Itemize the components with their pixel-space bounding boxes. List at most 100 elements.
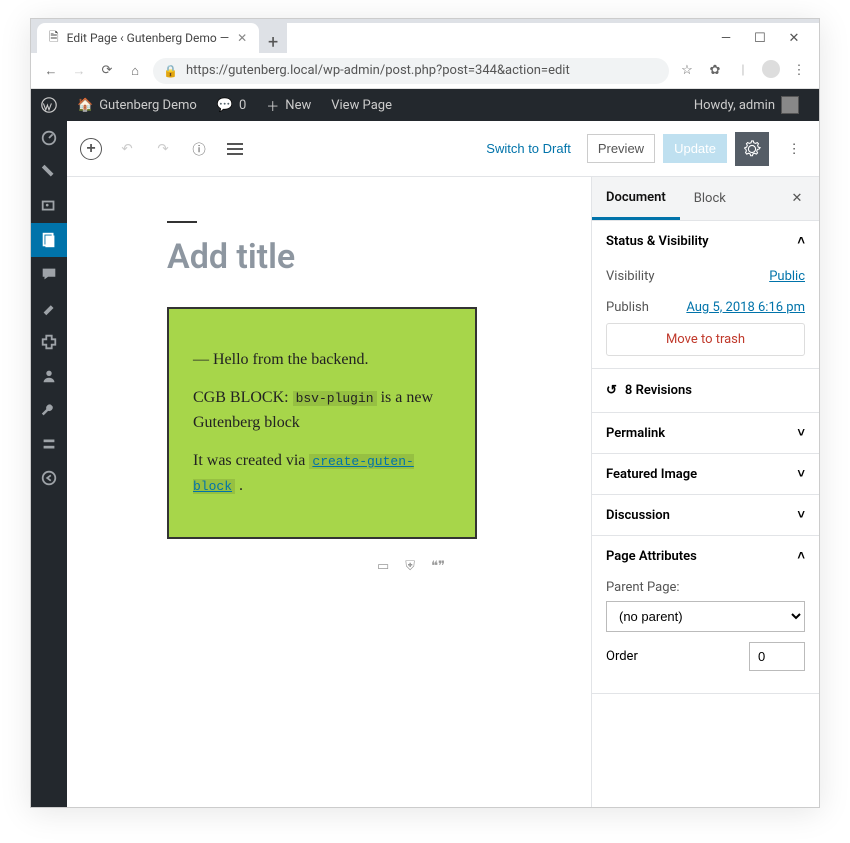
- chevron-down-icon: ˅: [797, 466, 805, 482]
- url-text: https://gutenberg.local/wp-admin/post.ph…: [186, 63, 570, 78]
- wp-admin-bar: 🏠 Gutenberg Demo 💬 0 ＋ New View Page How…: [31, 89, 819, 121]
- chevron-down-icon: ˅: [797, 507, 805, 523]
- block-code-1: bsv-plugin: [293, 391, 377, 406]
- avatar: [781, 96, 799, 114]
- update-button[interactable]: Update: [663, 134, 727, 163]
- switch-to-draft-button[interactable]: Switch to Draft: [478, 135, 579, 162]
- history-icon: ↺: [606, 383, 617, 398]
- sidenav-tools[interactable]: [31, 393, 67, 427]
- title-placeholder[interactable]: Add title: [167, 221, 551, 277]
- block-line-3: It was created via create-guten-block .: [193, 448, 451, 499]
- info-button[interactable]: ⓘ: [183, 133, 215, 165]
- panel-status-header[interactable]: Status & Visibility ˄: [592, 221, 819, 261]
- outline-button[interactable]: [219, 133, 251, 165]
- tab-block[interactable]: Block: [680, 177, 740, 220]
- block-line-1: — Hello from the backend.: [193, 347, 451, 373]
- star-icon[interactable]: ☆: [677, 63, 697, 78]
- add-block-button[interactable]: +: [75, 133, 107, 165]
- new-tab-button[interactable]: +: [259, 32, 287, 53]
- home-icon: 🏠: [77, 98, 93, 113]
- sidenav-plugins[interactable]: [31, 325, 67, 359]
- panel-page-attributes: Page Attributes ˄ Parent Page: (no paren…: [592, 536, 819, 694]
- plus-icon: ＋: [266, 96, 279, 115]
- settings-gear-button[interactable]: [735, 132, 769, 166]
- gutenberg-block[interactable]: — Hello from the backend. CGB BLOCK: bsv…: [167, 307, 477, 539]
- reload-icon[interactable]: ⟳: [97, 63, 117, 78]
- nav-forward-icon[interactable]: →: [69, 63, 89, 79]
- editor-toolbar: + ↶ ↷ ⓘ Switch to Draft Preview Update ⋮: [67, 121, 819, 177]
- site-link[interactable]: 🏠 Gutenberg Demo: [67, 98, 207, 113]
- sidenav-appearance[interactable]: [31, 291, 67, 325]
- visibility-value[interactable]: Public: [769, 269, 805, 284]
- nav-back-icon[interactable]: ←: [41, 63, 61, 79]
- comment-icon: 💬: [217, 98, 233, 113]
- more-menu-button[interactable]: ⋮: [777, 132, 811, 166]
- sidenav-comments[interactable]: [31, 257, 67, 291]
- panel-page-attributes-header[interactable]: Page Attributes ˄: [592, 536, 819, 576]
- inspector-panel: Document Block ✕ Status & Visibility ˄ V…: [591, 177, 819, 807]
- window-close[interactable]: ✕: [777, 31, 811, 46]
- sidenav-posts[interactable]: [31, 155, 67, 189]
- undo-button[interactable]: ↶: [111, 133, 143, 165]
- home-icon[interactable]: ⌂: [125, 63, 145, 79]
- visibility-label: Visibility: [606, 269, 655, 284]
- block-line-2: CGB BLOCK: bsv-plugin is a new Gutenberg…: [193, 385, 451, 436]
- close-tab-icon[interactable]: ✕: [237, 31, 247, 45]
- inspector-tabs: Document Block ✕: [592, 177, 819, 221]
- close-inspector-button[interactable]: ✕: [781, 191, 813, 206]
- comments-link[interactable]: 💬 0: [207, 98, 257, 113]
- block-toolbox: ▭ ⛨ ❝❞: [377, 559, 551, 574]
- extensions-icon[interactable]: ✿: [705, 63, 725, 78]
- preview-button[interactable]: Preview: [587, 134, 655, 163]
- publish-label: Publish: [606, 300, 649, 315]
- tab-document[interactable]: Document: [592, 177, 680, 220]
- sidenav-settings[interactable]: [31, 427, 67, 461]
- quote-icon[interactable]: ❝❞: [431, 559, 445, 574]
- profile-icon[interactable]: [761, 60, 781, 82]
- chevron-up-icon: ˄: [797, 233, 805, 249]
- panel-permalink[interactable]: Permalink˅: [592, 413, 819, 453]
- sidenav-media[interactable]: [31, 189, 67, 223]
- sidenav-collapse[interactable]: [31, 461, 67, 495]
- chevron-down-icon: ˅: [797, 425, 805, 441]
- browser-window: 🗎 Edit Page ‹ Gutenberg Demo — ✕ + — ☐ ✕…: [30, 18, 820, 808]
- window-minimize[interactable]: —: [709, 31, 743, 46]
- admin-sidenav: [31, 121, 67, 807]
- url-box[interactable]: 🔒 https://gutenberg.local/wp-admin/post.…: [153, 58, 669, 84]
- chevron-up-icon: ˄: [797, 548, 805, 564]
- wp-logo-icon[interactable]: [31, 97, 67, 113]
- order-input[interactable]: [749, 642, 805, 671]
- kebab-icon[interactable]: ⋮: [789, 63, 809, 78]
- window-maximize[interactable]: ☐: [743, 31, 777, 46]
- site-title: Gutenberg Demo: [99, 98, 197, 113]
- howdy-text: Howdy, admin: [694, 98, 775, 113]
- parent-page-label: Parent Page:: [606, 576, 805, 601]
- browser-tab[interactable]: 🗎 Edit Page ‹ Gutenberg Demo — ✕: [37, 23, 259, 53]
- move-to-trash-button[interactable]: Move to trash: [606, 323, 805, 356]
- sidenav-pages[interactable]: [31, 223, 67, 257]
- shield-icon[interactable]: ⛨: [405, 559, 415, 574]
- parent-page-select[interactable]: (no parent): [606, 601, 805, 632]
- view-label: View Page: [331, 98, 392, 113]
- lock-icon: 🔒: [163, 64, 178, 78]
- editor-canvas[interactable]: Add title — Hello from the backend. CGB …: [67, 177, 591, 807]
- sidenav-dashboard[interactable]: [31, 121, 67, 155]
- panel-discussion[interactable]: Discussion˅: [592, 495, 819, 535]
- comments-count: 0: [239, 98, 246, 113]
- shortcode-icon[interactable]: ▭: [377, 559, 389, 574]
- panel-featured-image[interactable]: Featured Image˅: [592, 454, 819, 494]
- tab-strip: 🗎 Edit Page ‹ Gutenberg Demo — ✕ + — ☐ ✕: [31, 19, 819, 53]
- tab-title: Edit Page ‹ Gutenberg Demo —: [67, 31, 229, 45]
- howdy-link[interactable]: Howdy, admin: [684, 96, 809, 114]
- address-bar: ← → ⟳ ⌂ 🔒 https://gutenberg.local/wp-adm…: [31, 53, 819, 89]
- page-icon: 🗎: [49, 28, 59, 49]
- publish-date[interactable]: Aug 5, 2018 6:16 pm: [686, 300, 805, 315]
- sidenav-users[interactable]: [31, 359, 67, 393]
- order-label: Order: [606, 649, 638, 664]
- revisions-link[interactable]: ↺ 8 Revisions: [592, 369, 819, 412]
- new-label: New: [285, 98, 311, 113]
- view-page-link[interactable]: View Page: [321, 98, 402, 113]
- panel-status: Status & Visibility ˄ Visibility Public …: [592, 221, 819, 369]
- new-link[interactable]: ＋ New: [256, 96, 321, 115]
- redo-button[interactable]: ↷: [147, 133, 179, 165]
